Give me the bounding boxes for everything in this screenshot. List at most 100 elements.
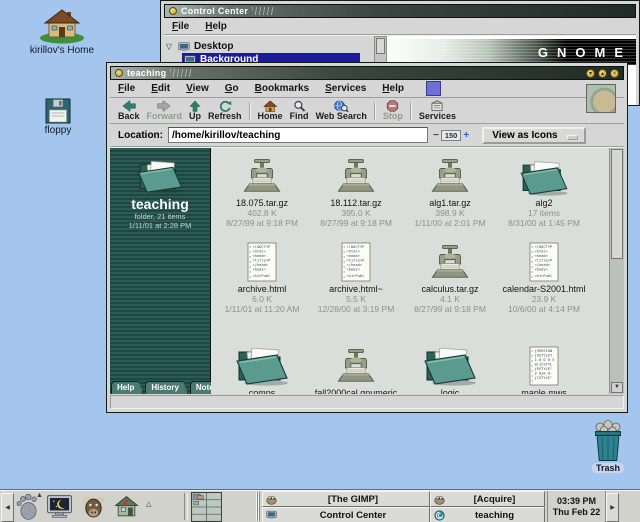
web-search-button[interactable]: Web Search <box>316 100 367 121</box>
tab-help[interactable]: Help <box>111 381 143 394</box>
file-item[interactable]: calculus.tar.gz 4.1 K 8/27/99 at 9:18 PM <box>403 238 497 334</box>
menu-file[interactable]: File <box>110 81 143 96</box>
nautilus-throbber-icon <box>586 84 616 113</box>
file-size: 4.1 K <box>440 294 460 304</box>
menu-help[interactable]: Help <box>197 19 235 34</box>
file-item[interactable]: 18.075.tar.gz 402.8 K 8/27/99 at 9:18 PM <box>215 156 309 238</box>
dropdown-indicator-icon <box>567 135 578 140</box>
desktop-icon-trash[interactable]: Trash <box>576 420 640 473</box>
file-name: logic <box>441 388 460 394</box>
desk-guide-applet[interactable] <box>191 492 222 522</box>
scroll-down-icon[interactable]: ▼ <box>611 382 623 393</box>
sidebar-date: 1/11/01 at 2:28 PM <box>129 221 192 230</box>
stop-button[interactable]: Stop <box>383 100 403 121</box>
window-title: teaching <box>127 68 166 78</box>
clock-applet[interactable]: 03:39 PM Thu Feb 22 <box>547 491 606 522</box>
panel-separator <box>184 493 188 520</box>
sidebar-tabs: Help History Notes <box>111 381 227 394</box>
file-view-scrollbar[interactable]: ▼ <box>609 148 624 394</box>
panel-hide-left-button[interactable]: ◀ <box>1 493 14 522</box>
file-item[interactable]: alg1.tar.gz 398.9 K 1/11/00 at 2:01 PM <box>403 156 497 238</box>
home-tools-launcher[interactable] <box>113 494 140 519</box>
back-button[interactable]: Back <box>118 100 140 121</box>
find-button[interactable]: Find <box>290 100 309 121</box>
titlebar-texture <box>252 7 274 15</box>
maximize-button[interactable]: ▴ <box>598 69 607 78</box>
file-item[interactable]: logic 7 items today at 9:55 PM <box>403 334 497 394</box>
tree-item-label: Desktop <box>194 41 233 52</box>
location-input[interactable] <box>168 127 428 143</box>
scrollbar-thumb[interactable] <box>611 149 623 259</box>
toolbar-separator <box>374 102 376 120</box>
file-item[interactable]: alg2 17 items 8/31/00 at 1:45 PM <box>497 156 591 238</box>
up-button[interactable]: Up <box>189 100 201 121</box>
file-name: comps <box>249 388 276 394</box>
sidebar-title: teaching <box>131 196 189 212</box>
screensaver-launcher[interactable] <box>46 494 73 519</box>
zoom-in-button[interactable]: + <box>463 130 469 141</box>
house-tools-icon <box>113 494 140 519</box>
menubar: File Edit View Go Bookmarks Services Hel… <box>110 80 624 98</box>
file-item[interactable]: comps 11 items 1/10/01 at 11:25 AM <box>215 334 309 394</box>
minimize-button[interactable]: ▾ <box>586 69 595 78</box>
tab-history[interactable]: History <box>145 381 188 394</box>
file-item[interactable]: fall2000cal.gnumeric 4.9 K <box>309 334 403 394</box>
tasklist-handle[interactable] <box>256 492 260 521</box>
home-button[interactable]: Home <box>258 100 283 121</box>
file-size: 6.0 K <box>252 294 272 304</box>
menu-view[interactable]: View <box>178 81 217 96</box>
file-item[interactable]: archive.html 6.0 K 1/11/01 at 11:20 AM <box>215 238 309 334</box>
file-item[interactable]: maple.mws 6.4 K 10/12/00 at 11:39 AM <box>497 334 591 394</box>
folder-icon <box>422 342 478 386</box>
menu-edit[interactable]: Edit <box>143 81 178 96</box>
window-titlebar[interactable]: teaching ▾ ▴ × <box>110 66 624 80</box>
task-button-gimp[interactable]: [The GIMP] <box>262 491 430 507</box>
scrollbar-thumb[interactable] <box>376 38 385 54</box>
window-menu-icon[interactable] <box>169 7 177 15</box>
file-item[interactable]: archive.html~ 5.5 K 12/28/00 at 3:19 PM <box>309 238 403 334</box>
window-menu-icon[interactable] <box>115 69 123 77</box>
file-date: 8/27/99 at 9:18 PM <box>226 218 298 228</box>
gnu-launcher[interactable] <box>80 494 107 519</box>
zoom-level: 150 <box>441 130 462 141</box>
tasklist: [The GIMP] [Acquire] Control Center teac… <box>262 491 545 522</box>
menu-help[interactable]: Help <box>374 81 412 96</box>
file-name: archive.html <box>238 284 287 294</box>
menu-bookmarks[interactable]: Bookmarks <box>247 81 317 96</box>
file-name: 18.075.tar.gz <box>236 198 288 208</box>
zoom-out-button[interactable]: − <box>433 130 439 141</box>
expander-icon[interactable]: ▽ <box>164 42 174 51</box>
file-date: 12/28/00 at 3:19 PM <box>318 304 395 314</box>
refresh-button[interactable]: Refresh <box>208 100 242 121</box>
services-button[interactable]: Services <box>419 100 456 121</box>
tarball-icon <box>431 244 469 282</box>
menu-services[interactable]: Services <box>317 81 374 96</box>
tarball-icon <box>337 348 375 386</box>
file-item[interactable]: calendar-S2001.html 23.9 K 10/6/00 at 4:… <box>497 238 591 334</box>
file-item[interactable]: 18.112.tar.gz 395.0 K 8/27/99 at 9:18 PM <box>309 156 403 238</box>
drawer-arrow-icon[interactable]: △ <box>146 501 151 508</box>
titlebar-texture <box>170 69 192 77</box>
desktop-icon-label: kirillov's Home <box>30 45 94 56</box>
folder-icon <box>136 156 184 194</box>
view-mode-dropdown[interactable]: View as Icons <box>482 127 585 144</box>
task-button-acquire[interactable]: [Acquire] <box>430 491 545 507</box>
tree-item-desktop[interactable]: ▽ Desktop <box>164 40 374 53</box>
menubar: File Help <box>164 18 636 35</box>
task-button-control-center[interactable]: Control Center <box>262 507 430 522</box>
forward-button[interactable]: Forward <box>147 100 183 121</box>
file-size: 17 items <box>528 208 560 218</box>
task-button-teaching[interactable]: teaching <box>430 507 545 522</box>
window-titlebar[interactable]: Control Center <box>164 4 636 18</box>
desktop-icon-floppy[interactable]: floppy <box>26 98 90 136</box>
view-mode-value: View as Icons <box>492 130 557 141</box>
desktop-icon-home[interactable]: kirillov's Home <box>24 6 100 56</box>
zoom-control: − 150 + <box>433 130 469 141</box>
menu-file[interactable]: File <box>164 19 197 34</box>
floppy-icon <box>45 98 71 124</box>
panel-hide-right-button[interactable]: ▶ <box>606 493 619 522</box>
close-button[interactable]: × <box>610 69 619 78</box>
toolbar-separator <box>249 102 251 120</box>
menu-go[interactable]: Go <box>217 81 247 96</box>
file-size: 395.0 K <box>341 208 370 218</box>
